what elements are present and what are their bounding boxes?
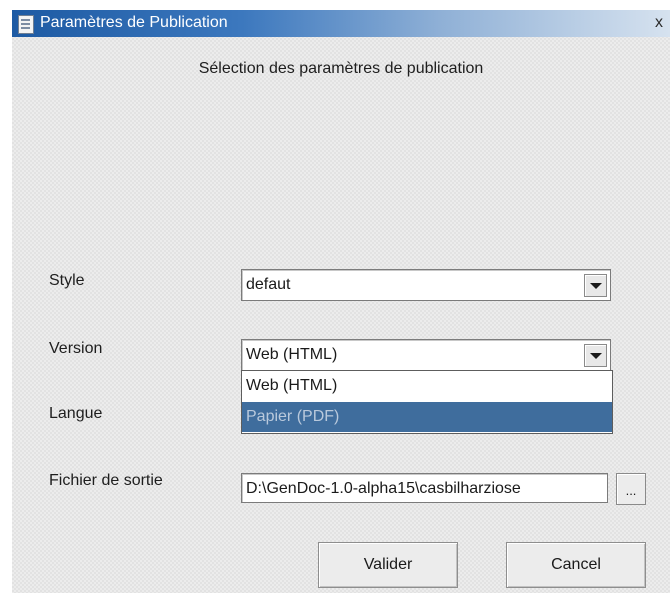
document-icon <box>18 15 34 34</box>
cancel-button[interactable]: Cancel <box>506 542 646 588</box>
dropdown-option-papier-pdf[interactable]: Papier (PDF) <box>242 402 612 432</box>
output-file-input[interactable]: D:\GenDoc-1.0-alpha15\casbilharziose <box>241 473 608 503</box>
langue-label: Langue <box>49 405 103 422</box>
dialog-heading: Sélection des paramètres de publication <box>198 60 484 77</box>
window-title: Paramètres de Publication <box>40 14 228 31</box>
version-dropdown-list: Web (HTML) Papier (PDF) <box>241 370 613 434</box>
browse-button[interactable]: ... <box>616 473 646 505</box>
version-select[interactable]: Web (HTML) <box>241 339 611 371</box>
chevron-down-icon[interactable] <box>584 344 607 367</box>
version-label: Version <box>49 340 103 357</box>
dropdown-option-web-html[interactable]: Web (HTML) <box>242 371 612 401</box>
publication-dialog: Paramètres de Publication x Sélection de… <box>12 10 670 593</box>
style-label: Style <box>49 272 85 289</box>
chevron-down-icon[interactable] <box>584 274 607 297</box>
output-file-label: Fichier de sortie <box>49 472 163 489</box>
title-bar[interactable]: Paramètres de Publication x <box>12 10 670 37</box>
style-select-value: defaut <box>246 276 291 293</box>
validate-button[interactable]: Valider <box>318 542 458 588</box>
close-button[interactable]: x <box>650 13 668 33</box>
version-select-value: Web (HTML) <box>246 346 338 363</box>
style-select[interactable]: defaut <box>241 269 611 301</box>
